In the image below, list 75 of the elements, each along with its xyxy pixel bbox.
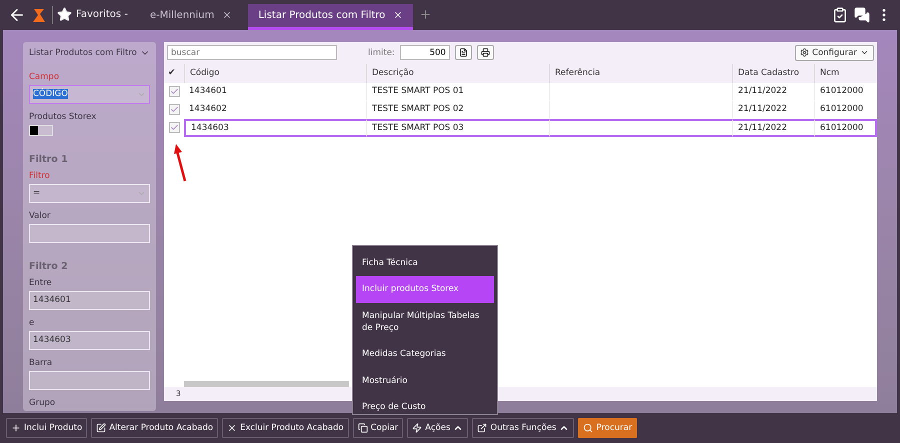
row-checkbox[interactable] [168,104,180,116]
table-cell: 61012000 [814,82,877,101]
table-cell: 21/11/2022 [732,100,814,119]
action-button[interactable]: Alterar Produto Acabado [91,418,218,438]
column-header[interactable]: Data Cadastro [732,64,814,83]
table-cell: 61012000 [814,100,877,119]
field-label: Filtro [29,170,51,181]
input-field[interactable] [29,370,150,390]
field-label: Produtos Storex [29,112,98,122]
input-field[interactable]: 1434603 [29,330,150,350]
action-button[interactable]: Outras Funções [472,418,574,438]
search-icon [583,422,594,433]
arrow-icon [172,143,188,183]
table-cell: 21/11/2022 [732,118,814,137]
lightning-icon [412,422,422,433]
input-field[interactable]: 1434601 [29,290,150,310]
settings-icon [800,48,810,58]
logo-icon [32,6,46,23]
action-button[interactable]: Excluir Produto Acabado [222,418,349,438]
field-label: e [29,318,36,328]
close-icon[interactable] [222,10,232,20]
field-label: Barra [29,358,54,368]
plus-icon [11,422,21,433]
table-cell: 21/11/2022 [732,82,814,101]
toggle-switch[interactable] [29,124,53,136]
search-field[interactable]: buscar [167,45,337,60]
menu-item[interactable]: Medidas Categorias [356,341,494,368]
row-checkbox[interactable] [168,122,180,134]
menu-item[interactable]: Incluir produtos Storex [356,276,494,303]
tab[interactable]: Listar Produtos com Filtro [248,4,414,30]
copy-icon [358,422,368,433]
table-cell: 1434602 [184,100,366,119]
menu-item[interactable]: Ficha Técnica [356,250,494,276]
chat-icon[interactable] [854,6,870,23]
table-cell: TESTE SMART POS 02 [366,100,549,119]
select-field[interactable]: = [29,184,150,203]
row-checkbox[interactable] [168,86,180,98]
menu-item[interactable]: Manipular Múltiplas Tabelas de Preço [356,302,494,342]
edit-icon [96,422,106,433]
section-heading: Filtro 2 [29,260,69,272]
field-label: Campo [29,72,60,82]
clipboard-icon[interactable] [832,6,848,23]
print-button[interactable] [476,45,494,60]
tab[interactable]: e-Millennium [140,4,242,30]
table-cell: 1434603 [184,118,366,137]
configure-button[interactable]: Configurar [795,44,874,61]
column-header[interactable]: ✔ [164,64,184,83]
action-button[interactable]: Ações [407,418,468,438]
action-button[interactable]: Copiar [352,418,404,438]
section-heading: Filtro 1 [29,154,69,165]
printer-icon [480,48,490,58]
column-header[interactable]: Ncm [814,64,877,83]
field-label: Valor [29,210,52,221]
table-cell: 61012000 [814,118,877,137]
favorites-menu[interactable]: Favoritos - [52,6,134,24]
limit-field[interactable]: 500 [400,45,450,60]
limit-label: limite: [368,48,395,58]
export-button[interactable] [454,45,472,60]
input-field[interactable] [29,224,150,243]
star-icon [57,7,72,22]
close-icon [227,422,238,433]
column-header[interactable]: Referência [549,64,732,83]
field-label: Entre [29,278,53,288]
external-link-icon [477,422,488,433]
table-cell: 1434601 [184,82,366,101]
column-header[interactable]: Descrição [366,64,549,83]
select-field[interactable]: CÓDIGO [29,84,150,104]
table-cell: TESTE SMART POS 03 [366,118,549,137]
action-button[interactable]: Inclui Produto [6,418,88,438]
close-icon[interactable] [393,10,404,20]
field-label: Grupo [29,398,56,408]
add-tab-icon[interactable] [419,8,432,22]
document-icon [458,48,468,58]
table-cell: TESTE SMART POS 01 [366,82,549,101]
column-header[interactable]: Código [184,64,366,83]
